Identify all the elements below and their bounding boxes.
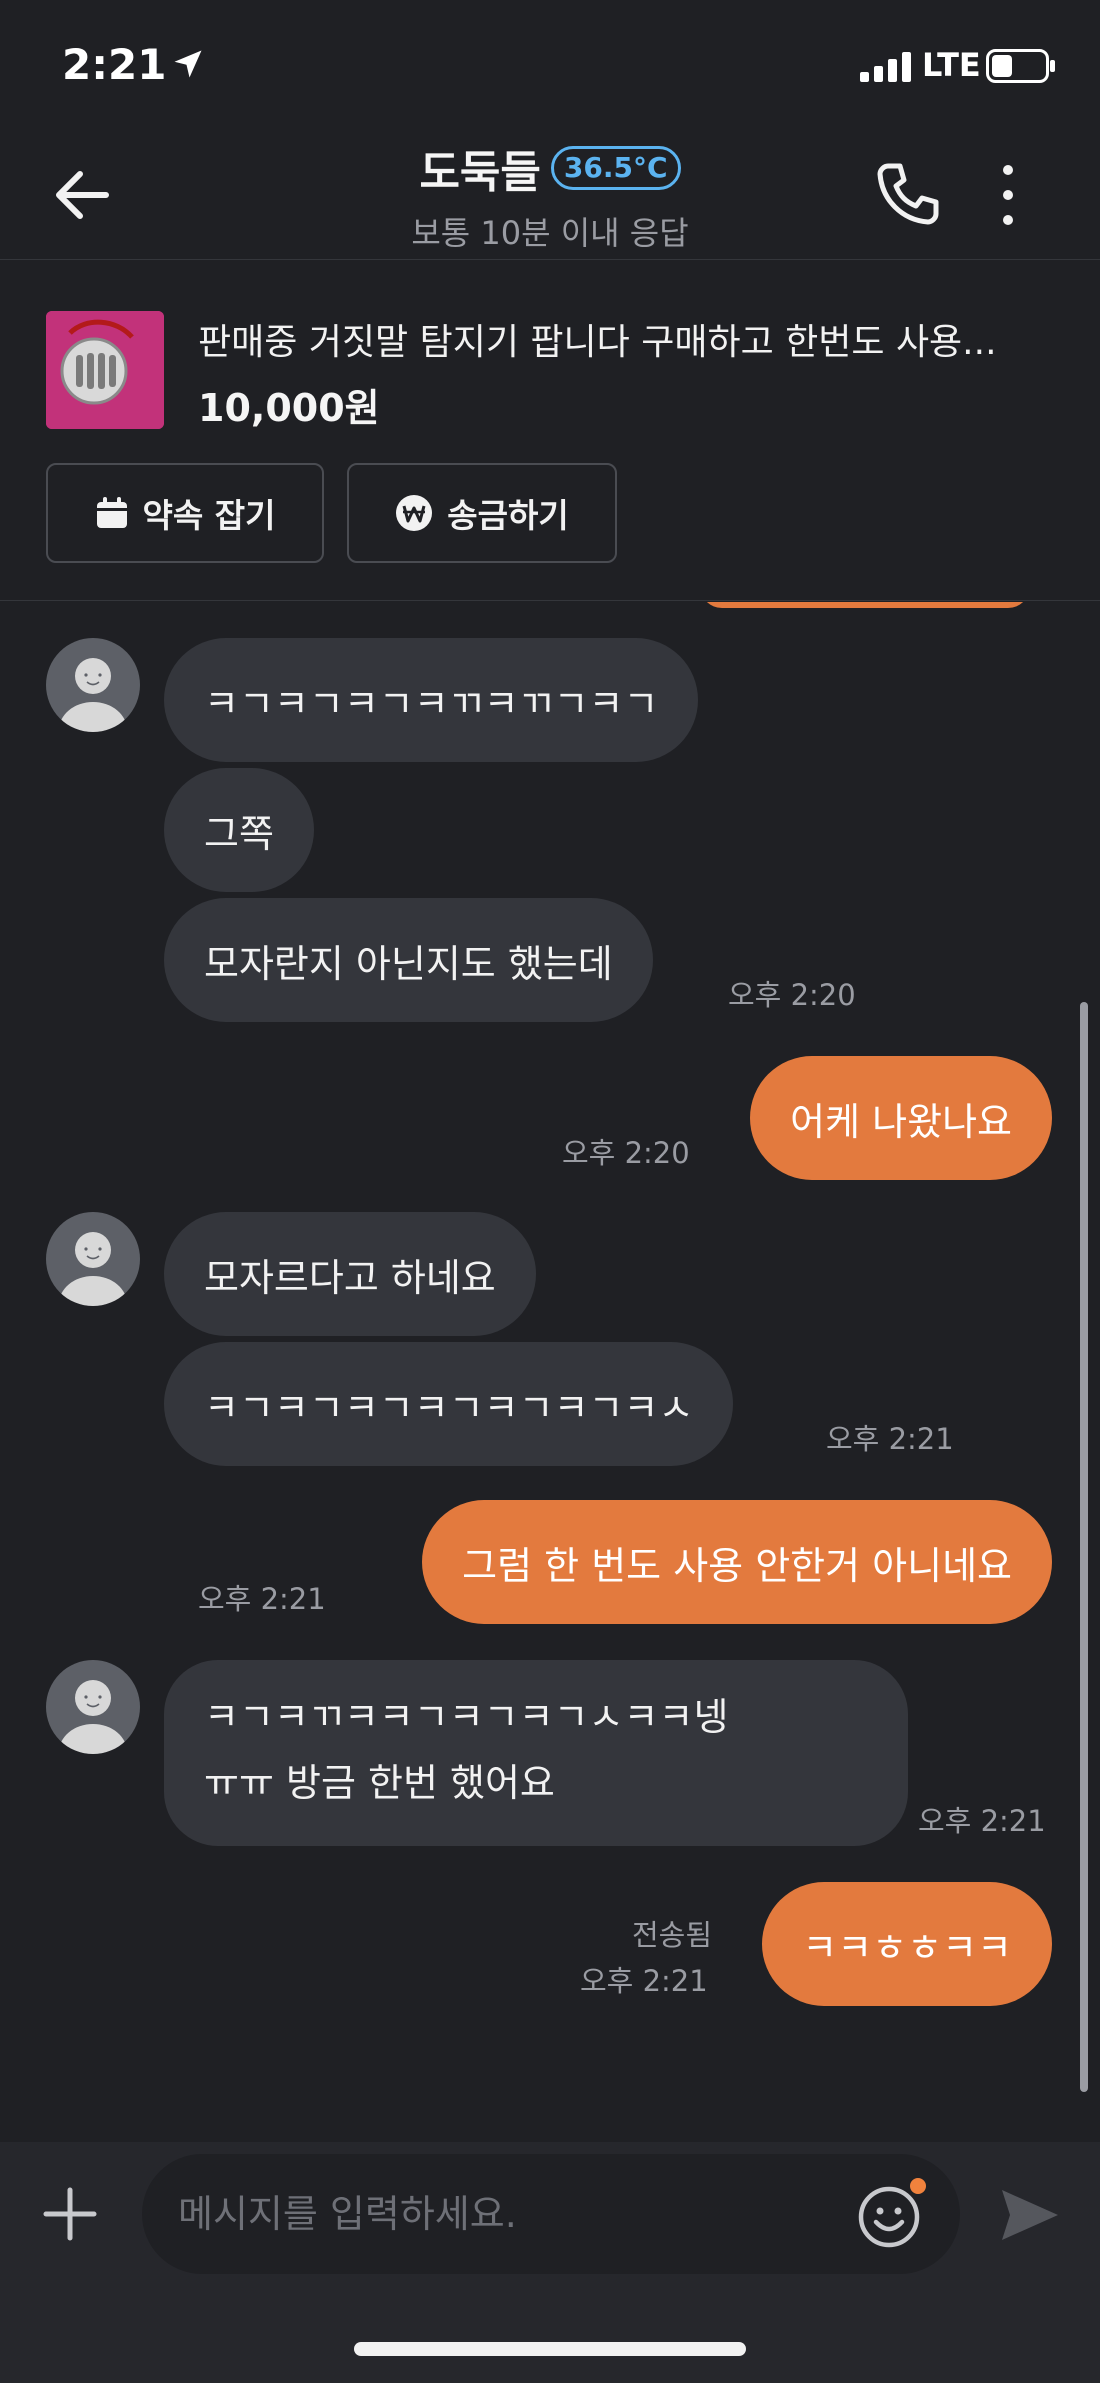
send-money-label: 송금하기 [447,496,569,535]
home-indicator [354,2342,746,2356]
make-appointment-button[interactable]: 약속 잡기 [46,463,324,563]
lie-detector-image [46,311,164,429]
default-avatar-icon [59,1680,127,1754]
message-timestamp: 오후 2:21 [580,1964,708,1998]
send-icon[interactable] [996,2182,1062,2248]
product-title[interactable]: 판매중 거짓말 탐지기 팝니다 구매하고 한번도 사용... [198,313,1058,365]
message-line: ㅋㄱㅋㄲㅋㅋㄱㅋㄱㅋㄱㅅㅋㅋ넹 [204,1695,729,1739]
incoming-message[interactable]: ㅋㄱㅋㄱㅋㄱㅋㄲㅋㄲㄱㅋㄱ [164,638,699,762]
avatar[interactable] [46,638,140,732]
message-timestamp: 오후 2:21 [918,1804,1046,1838]
sent-status: 전송됨 [632,1918,713,1952]
avatar[interactable] [46,1660,140,1754]
message-timestamp: 오후 2:21 [826,1422,954,1456]
message-input[interactable] [142,2154,960,2274]
default-avatar-icon [59,658,127,732]
incoming-message[interactable]: 모자르다고 하네요 [164,1212,536,1336]
emoji-icon[interactable] [856,2184,922,2250]
send-money-button[interactable]: 송금하기 [347,463,617,563]
incoming-message[interactable]: ㅋㄱㅋㄲㅋㅋㄱㅋㄱㅋㄱㅅㅋㅋ넹 ㅠㅠ 방금 한번 했어요 [164,1660,908,1846]
new-badge-dot [910,2178,926,2194]
product-thumbnail[interactable] [46,311,164,429]
default-avatar-icon [59,1232,127,1306]
message-timestamp: 오후 2:21 [198,1582,326,1616]
previous-message-peek [700,602,1030,608]
phone-icon[interactable] [872,158,944,230]
location-arrow-icon [174,50,202,78]
message-timestamp: 오후 2:20 [728,978,856,1012]
outgoing-message[interactable]: ㅋㅋㅎㅎㅋㅋ [762,1882,1052,2006]
avatar[interactable] [46,1212,140,1306]
plus-icon[interactable] [40,2184,100,2244]
chat-partner-name[interactable]: 도둑들 [419,136,540,200]
product-card: 판매중 거짓말 탐지기 팝니다 구매하고 한번도 사용... 10,000원 약… [0,261,1100,601]
calendar-icon [96,497,127,528]
status-time: 2:21 [62,40,167,89]
won-coin-icon [396,495,433,531]
incoming-message[interactable]: ㅋㄱㅋㄱㅋㄱㅋㄱㅋㄱㅋㄱㅋㅅ [164,1342,734,1466]
make-appointment-label: 약속 잡기 [142,496,276,535]
title-line: 도둑들 36.5°C [419,136,681,200]
outgoing-message[interactable]: 어케 나왔나요 [750,1056,1052,1180]
incoming-message[interactable]: 모자란지 아닌지도 했는데 [164,898,653,1022]
outgoing-message[interactable]: 그럼 한 번도 사용 안한거 아니네요 [422,1500,1052,1624]
network-type: LTE [922,46,981,84]
manner-temperature-badge: 36.5°C [550,146,681,190]
battery-icon [986,49,1055,83]
message-list[interactable]: ㅋㄱㅋㄱㅋㄱㅋㄲㅋㄲㄱㅋㄱ 그쪽 모자란지 아닌지도 했는데 오후 2:20 어… [0,602,1100,2142]
status-bar: 2:21 LTE [0,0,1100,120]
incoming-message[interactable]: 그쪽 [164,768,314,892]
more-vertical-icon[interactable] [990,162,1026,228]
message-input-bar [0,2142,1100,2383]
signal-bars-icon [860,52,911,82]
message-line: ㅠㅠ 방금 한번 했어요 [204,1761,555,1805]
chat-header: 도둑들 36.5°C 보통 10분 이내 응답 [0,120,1100,260]
chat-scrollbar[interactable] [1080,1002,1088,2092]
product-price: 10,000원 [198,386,380,430]
message-timestamp: 오후 2:20 [562,1136,690,1170]
